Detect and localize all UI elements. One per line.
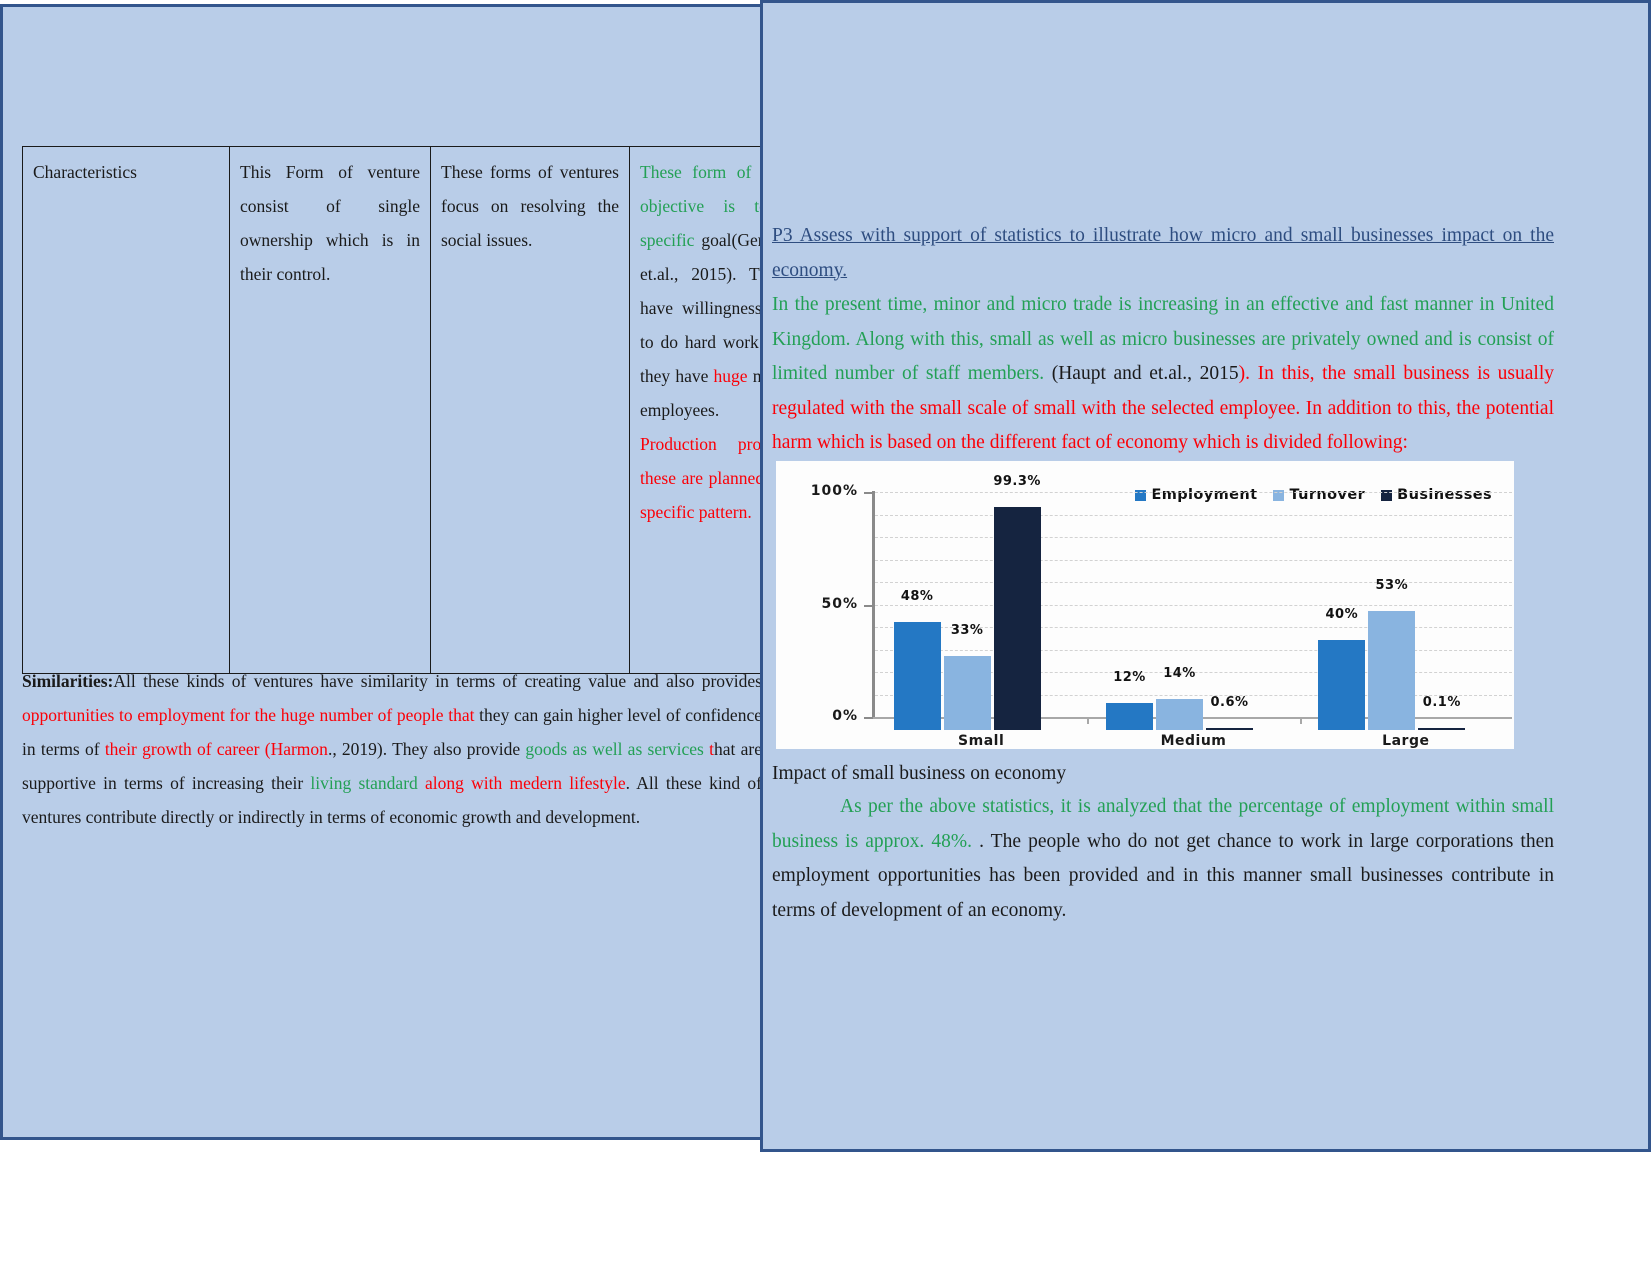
y-axis-tick bbox=[864, 717, 873, 719]
bar-value-label: 53% bbox=[1375, 577, 1409, 593]
right-paragraph-2: As per the above statistics, it is analy… bbox=[772, 790, 1554, 928]
table-cell-characteristics: Characteristics bbox=[22, 146, 230, 674]
x-axis-category-label: Small bbox=[958, 733, 1005, 749]
sim-seg-10: along with medern lifestyle bbox=[417, 773, 626, 793]
bar-businesses-small bbox=[993, 506, 1041, 730]
right-paragraph-1: In the present time, minor and micro tra… bbox=[772, 288, 1554, 461]
x-axis-category-label: Medium bbox=[1160, 733, 1227, 749]
bar-value-label: 48% bbox=[900, 589, 934, 604]
chart-caption: Impact of small business on economy bbox=[772, 763, 1067, 784]
gridline bbox=[875, 649, 1512, 651]
sim-seg-9: living standard bbox=[310, 773, 418, 793]
sim-seg-7: t bbox=[703, 739, 714, 759]
bar-turnover-small bbox=[943, 655, 991, 730]
sim-seg-2: opportunities to employment for the huge… bbox=[22, 705, 475, 725]
bar-employment-small bbox=[893, 622, 941, 730]
gridline bbox=[875, 604, 1512, 606]
bar-value-label: 0.1% bbox=[1422, 695, 1461, 710]
document-canvas: Characteristics This Form of venture con… bbox=[0, 0, 1651, 1275]
bar-chart: Employment Turnover Businesses 0% 50% 100% 48… bbox=[776, 461, 1514, 749]
table-cell-social-issues: These forms of ventures focus on resolvi… bbox=[430, 146, 630, 674]
y-axis-tick bbox=[864, 492, 873, 494]
x-axis-category-label: Large bbox=[1382, 733, 1430, 749]
legend-label: Employment bbox=[1151, 487, 1258, 503]
characteristics-table: Characteristics This Form of venture con… bbox=[22, 146, 837, 674]
bar-value-label: 14% bbox=[1163, 665, 1196, 681]
bar-turnover-large bbox=[1368, 610, 1416, 730]
bar-businesses-medium bbox=[1206, 728, 1253, 730]
bar-employment-medium bbox=[1106, 703, 1153, 730]
gridline bbox=[875, 537, 1512, 538]
x-axis-tick bbox=[1299, 717, 1302, 724]
sim-seg-6: goods as well as services bbox=[525, 739, 704, 759]
section-heading-p3: P3 Assess with support of statistics to … bbox=[772, 225, 1554, 281]
sim-seg-5: ., 2019). They also provide bbox=[327, 739, 526, 759]
gridline bbox=[875, 559, 1512, 561]
y-axis-tick bbox=[864, 604, 873, 607]
similarities-label: Similarities: bbox=[22, 671, 114, 691]
chart-legend: Employment Turnover Businesses bbox=[1135, 487, 1492, 503]
cell4-red-huge: huge bbox=[713, 366, 748, 386]
para1-citation: (Haupt and et.al., 2015 bbox=[1051, 363, 1239, 384]
similarities-paragraph: Similarities:All these kinds of ventures… bbox=[22, 664, 762, 834]
legend-item-businesses: Businesses bbox=[1381, 487, 1492, 503]
table-row: Characteristics This Form of venture con… bbox=[22, 146, 837, 674]
bar-employment-large bbox=[1318, 640, 1366, 730]
gridline bbox=[875, 492, 1512, 493]
legend-label: Businesses bbox=[1397, 487, 1492, 503]
y-axis-tick-label: 100% bbox=[810, 483, 858, 499]
y-axis-tick-label: 0% bbox=[832, 708, 858, 724]
sim-seg-1: All these kinds of ventures have similar… bbox=[113, 671, 762, 691]
legend-label: Turnover bbox=[1289, 487, 1366, 503]
bar-businesses-large bbox=[1418, 728, 1466, 730]
bar-value-label: 99.3% bbox=[993, 473, 1041, 489]
sim-seg-4: their growth of career (Harmon bbox=[104, 739, 328, 759]
table-cell-single-ownership: This Form of venture consist of single o… bbox=[229, 146, 431, 674]
y-axis-tick-label: 50% bbox=[821, 595, 858, 612]
bar-value-label: 0.6% bbox=[1210, 695, 1249, 710]
legend-item-employment: Employment bbox=[1135, 487, 1257, 503]
x-axis-tick bbox=[1087, 717, 1090, 724]
gridline bbox=[875, 514, 1512, 516]
legend-item-turnover: Turnover bbox=[1273, 487, 1365, 503]
chart-plot-area: Employment Turnover Businesses 0% 50% 100% 48… bbox=[776, 461, 1514, 749]
